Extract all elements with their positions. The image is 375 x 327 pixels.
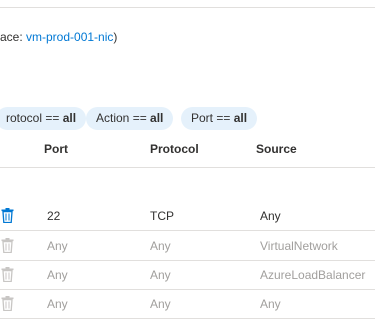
row-port: 22 (47, 209, 61, 223)
interface-prefix: ace: (0, 30, 27, 44)
trash-icon (1, 267, 14, 282)
trash-icon (1, 238, 14, 253)
row-source: Any (260, 209, 281, 223)
row-protocol: Any (150, 268, 171, 282)
trash-icon (1, 296, 14, 311)
table-row[interactable]: 22 TCP Any (0, 202, 375, 231)
network-interface-line: ace: vm-prod-001-nic) (0, 30, 117, 44)
filter-pill-action[interactable]: Action == all (86, 107, 174, 130)
column-header-port[interactable]: Port (44, 142, 68, 156)
row-port: Any (47, 297, 68, 311)
interface-link[interactable]: vm-prod-001-nic (26, 30, 113, 44)
column-header-protocol[interactable]: Protocol (150, 142, 199, 156)
row-divider (0, 318, 375, 319)
row-divider (0, 230, 375, 231)
column-header-source[interactable]: Source (256, 142, 297, 156)
filter-pill-protocol[interactable]: rotocol == all (0, 107, 87, 130)
row-protocol: TCP (150, 209, 174, 223)
table-row[interactable]: Any Any Any (0, 290, 375, 319)
trash-icon[interactable] (1, 208, 14, 223)
row-source: VirtualNetwork (260, 239, 338, 253)
header-divider (0, 167, 375, 168)
row-protocol: Any (150, 239, 171, 253)
row-port: Any (47, 268, 68, 282)
row-protocol: Any (150, 297, 171, 311)
row-source: Any (260, 297, 281, 311)
table-row[interactable]: Any Any VirtualNetwork (0, 232, 375, 261)
panel-top-border (0, 0, 375, 8)
filter-pill-port[interactable]: Port == all (181, 107, 258, 130)
row-source: AzureLoadBalancer (260, 268, 366, 282)
interface-suffix: ) (113, 30, 118, 44)
table-row[interactable]: Any Any AzureLoadBalancer (0, 261, 375, 290)
row-port: Any (47, 239, 68, 253)
